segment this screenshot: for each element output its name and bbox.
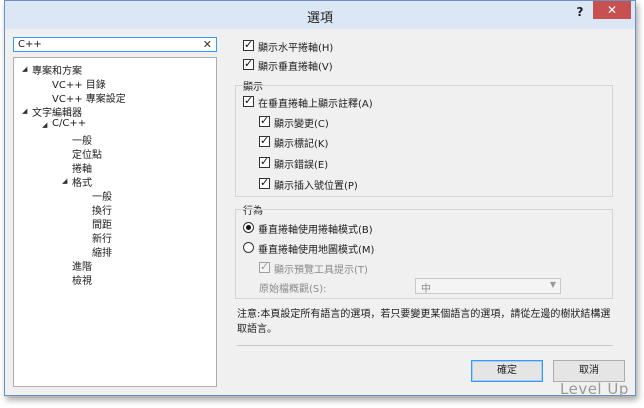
errors-label: 顯示錯誤(E) — [274, 160, 329, 171]
bar-mode-label: 垂直捲軸使用捲軸模式(B) — [258, 225, 373, 236]
tree-item-advanced[interactable]: 進階 — [72, 258, 92, 273]
map-mode-radio[interactable] — [243, 242, 254, 253]
map-mode-label: 垂直捲軸使用地圖模式(M) — [258, 245, 375, 256]
show-vscroll-checkbox[interactable]: ✓ — [243, 57, 254, 70]
search-value: C++ — [18, 39, 42, 50]
tree-item-vc-directories[interactable]: VC++ 目錄 — [52, 76, 106, 91]
ok-button[interactable]: 確定 — [471, 360, 543, 382]
source-overview-select[interactable]: 中 ▼ — [415, 278, 561, 295]
divider — [237, 345, 613, 346]
chevron-down-icon: ▼ — [549, 280, 556, 289]
tree-item-formatting-general[interactable]: 一般 — [92, 188, 112, 203]
tree-item-projects-solutions[interactable]: 專案和方案 — [32, 62, 82, 77]
source-overview-value: 中 — [421, 284, 431, 295]
expanded-arrow-icon[interactable]: ◢ — [22, 65, 27, 73]
tree-item-vc-project-settings[interactable]: VC++ 專案設定 — [52, 90, 126, 105]
show-hscroll-label: 顯示水平捲軸(H) — [258, 43, 334, 54]
show-hscroll-checkbox[interactable]: ✓ — [243, 38, 254, 51]
close-button[interactable]: ✕ — [593, 1, 631, 19]
annotations-checkbox[interactable]: ✓ — [243, 94, 254, 107]
marks-label: 顯示標記(K) — [274, 139, 329, 150]
preview-tooltip-checkbox[interactable]: ✓ — [259, 260, 270, 273]
expanded-arrow-icon[interactable]: ◢ — [62, 177, 67, 185]
tree-item-formatting[interactable]: 格式 — [72, 174, 92, 189]
options-dialog: 選項 ? ✕ C++ ✕ ◢ 專案和方案 VC++ 目錄 VC++ 專案設定 ◢… — [4, 0, 636, 396]
caret-checkbox[interactable]: ✓ — [259, 176, 270, 189]
annotations-label: 在垂直捲軸上顯示註釋(A) — [258, 99, 373, 110]
tree-item-view[interactable]: 檢視 — [72, 272, 92, 287]
note-text: 注意:本頁設定所有語言的選項，若只要變更某個語言的選項，請從左邊的樹狀結構選取語… — [237, 309, 611, 335]
dialog-title: 選項 — [306, 11, 333, 26]
tree-item-spacing[interactable]: 間距 — [92, 216, 112, 231]
marks-checkbox[interactable]: ✓ — [259, 134, 270, 147]
tree-item-wrapping[interactable]: 換行 — [92, 202, 112, 217]
tree-item-scroll-bars[interactable]: 捲軸 — [72, 160, 92, 175]
errors-checkbox[interactable]: ✓ — [259, 155, 270, 168]
tree-item-tabs[interactable]: 定位點 — [72, 146, 102, 161]
tree-item-text-editor[interactable]: 文字編輯器 — [32, 104, 82, 119]
show-vscroll-label: 顯示垂直捲軸(V) — [258, 62, 333, 73]
tree-item-indentation[interactable]: 縮排 — [92, 244, 112, 259]
expanded-arrow-icon[interactable]: ◢ — [42, 121, 47, 129]
changes-checkbox[interactable]: ✓ — [259, 114, 270, 127]
tree-item-new-lines[interactable]: 新行 — [92, 230, 112, 245]
preview-tooltip-label: 顯示預覽工具提示(T) — [274, 265, 368, 276]
changes-label: 顯示變更(C) — [274, 119, 329, 130]
source-overview-label: 原始檔概觀(S): — [259, 284, 327, 295]
help-button[interactable]: ? — [573, 5, 587, 21]
caret-label: 顯示插入號位置(P) — [274, 181, 358, 192]
title-bar: 選項 ? ✕ — [5, 1, 635, 29]
bar-mode-radio[interactable] — [243, 222, 254, 233]
tree-item-general[interactable]: 一般 — [72, 132, 92, 147]
expanded-arrow-icon[interactable]: ◢ — [22, 107, 27, 115]
watermark-text: Level Up — [560, 380, 629, 398]
tree-item-cpp[interactable]: C/C++ — [52, 118, 86, 129]
search-input[interactable]: C++ ✕ — [13, 37, 217, 52]
clear-search-icon[interactable]: ✕ — [203, 38, 212, 51]
cancel-button[interactable]: 取消 — [553, 360, 625, 382]
options-tree[interactable]: ◢ 專案和方案 VC++ 目錄 VC++ 專案設定 ◢ 文字編輯器 ◢ C/C+… — [13, 57, 217, 387]
